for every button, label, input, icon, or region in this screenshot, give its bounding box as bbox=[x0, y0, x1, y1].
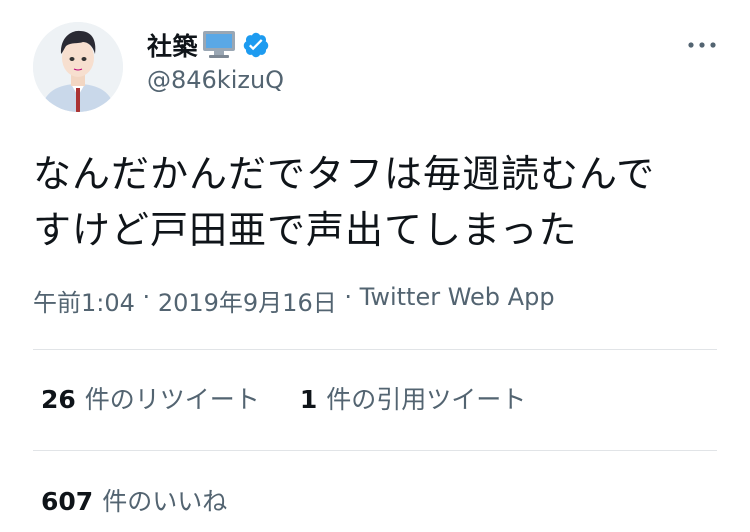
divider bbox=[33, 450, 717, 451]
user-handle[interactable]: @846kizuQ bbox=[147, 66, 284, 94]
tweet-date[interactable]: 2019年9月16日 bbox=[158, 283, 337, 318]
meta-separator: · bbox=[142, 283, 151, 311]
avatar[interactable] bbox=[33, 22, 123, 112]
quotes-label: 件の引用ツイート bbox=[326, 385, 527, 414]
desktop-computer-icon bbox=[202, 30, 236, 60]
display-name[interactable]: 社築 bbox=[147, 27, 198, 63]
divider bbox=[33, 349, 717, 350]
likes-count: 607 bbox=[41, 487, 94, 516]
verified-badge-icon bbox=[242, 31, 270, 59]
author-name-row[interactable]: 社築 bbox=[147, 26, 270, 64]
tweet-text: なんだかんだでタフは毎週読むんで すけど戸田亜で声出てしまった bbox=[33, 152, 656, 252]
more-options-button[interactable] bbox=[686, 34, 718, 56]
tweet-source[interactable]: Twitter Web App bbox=[360, 283, 555, 318]
retweets-count: 26 bbox=[41, 385, 76, 414]
engagement-stats-row: 26 件のリツイート 1 件の引用ツイート bbox=[41, 380, 526, 416]
retweets-stat[interactable]: 26 件のリツイート bbox=[41, 380, 260, 416]
quotes-stat[interactable]: 1 件の引用ツイート bbox=[300, 380, 526, 416]
tweet-time[interactable]: 午前1:04 bbox=[33, 283, 135, 318]
likes-stat[interactable]: 607 件のいいね bbox=[41, 482, 227, 518]
quotes-count: 1 bbox=[299, 385, 318, 414]
meta-separator: · bbox=[344, 283, 352, 311]
more-dots-icon bbox=[688, 42, 716, 48]
likes-label: 件のいいね bbox=[102, 487, 228, 516]
retweets-label: 件のリツイート bbox=[84, 385, 260, 414]
tweet-meta: 午前1:04 · 2019年9月16日 · Twitter Web App bbox=[33, 283, 555, 318]
